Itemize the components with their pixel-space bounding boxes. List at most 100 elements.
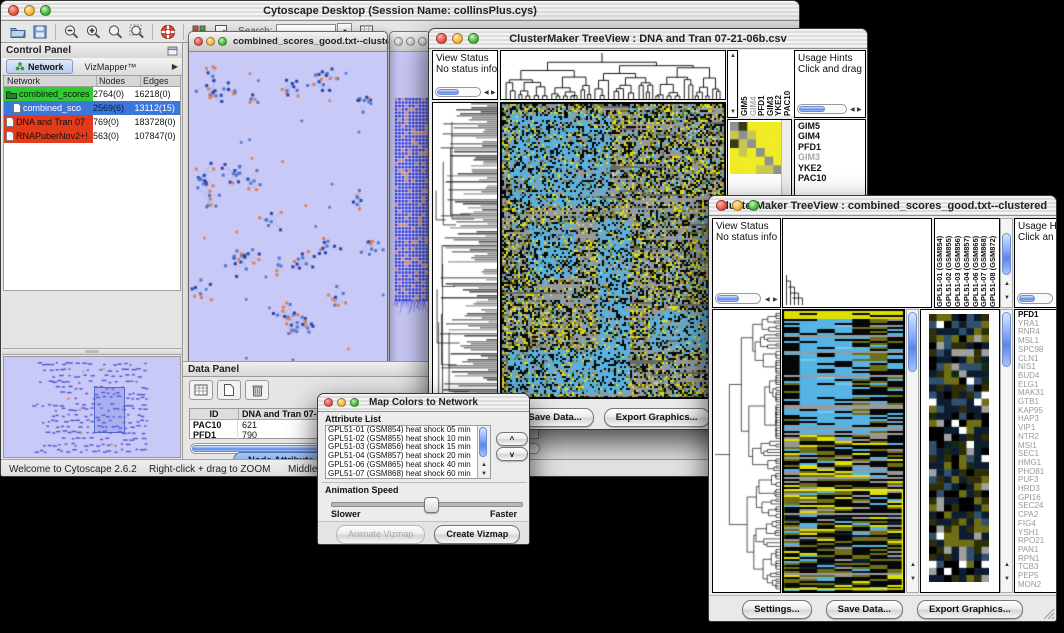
gene-label[interactable]: GIM3 (798, 152, 865, 162)
left-arrow-icon[interactable]: ◀ (484, 90, 489, 96)
open-file-button[interactable] (7, 23, 29, 41)
main-title-bar[interactable]: Cytoscape Desktop (Session Name: collins… (1, 1, 799, 21)
heatmap-canvas[interactable] (782, 309, 905, 593)
tv1-column-tree[interactable] (500, 50, 726, 100)
network-canvas-back[interactable] (390, 52, 430, 368)
animation-speed-slider[interactable] (331, 502, 523, 507)
save-button[interactable] (29, 23, 51, 41)
close-icon[interactable] (324, 398, 333, 407)
listbox-vscrollbar[interactable]: ▲ ▼ (477, 426, 490, 478)
heatmap-canvas[interactable] (500, 102, 726, 399)
down-arrow-icon[interactable]: ▼ (1004, 576, 1010, 582)
network-table-row[interactable]: combined_scores 2764(0) 16218(0) (4, 87, 180, 101)
tv2-column-tree[interactable] (782, 218, 932, 308)
mini-heatmap-canvas[interactable] (730, 122, 782, 174)
column-label[interactable]: GPL51-08 (GSM872) (989, 219, 998, 307)
right-arrow-icon[interactable]: ▶ (491, 90, 496, 96)
network-window-back[interactable] (389, 31, 431, 368)
network-table-row[interactable]: RNAPuberNov2+! 563(0) 107847(0) (4, 129, 180, 143)
treeview-button[interactable]: Settings... (742, 600, 811, 619)
network-table-row[interactable]: DNA and Tran 07 769(0) 183728(0) (4, 115, 180, 129)
zoom-window-icon[interactable] (350, 398, 359, 407)
up-arrow-icon[interactable]: ▲ (730, 53, 736, 59)
column-label[interactable]: PAC10 (784, 50, 793, 116)
zoom-selected-button[interactable] (126, 23, 148, 41)
network-table-row[interactable]: combined_sco 2569(6) 13112(15) (4, 101, 180, 115)
column-label[interactable]: GPL51-04 (GSM857) (963, 219, 972, 307)
tv2-genes-vscrollbar[interactable]: ▲ ▼ (1000, 309, 1013, 593)
close-icon[interactable] (716, 200, 727, 211)
minimize-icon[interactable] (206, 37, 215, 46)
column-label[interactable]: GPL51-02 (GSM855) (945, 219, 954, 307)
tv2-heatmap[interactable] (782, 309, 905, 593)
minimize-icon[interactable] (337, 398, 346, 407)
treeview-button[interactable]: Export Graphics... (604, 408, 710, 427)
gene-label[interactable]: PFD1 (798, 142, 865, 152)
gene-label[interactable]: MON2 (1018, 581, 1056, 590)
tv2-labels-vscrollbar[interactable]: ▲ ▼ (1000, 218, 1013, 308)
slider-thumb[interactable] (424, 497, 439, 513)
up-arrow-icon[interactable]: ▲ (910, 562, 916, 568)
help-button[interactable] (157, 23, 179, 41)
move-down-button[interactable]: v (496, 447, 528, 461)
gene-label[interactable]: GIM4 (798, 131, 865, 141)
animate-vizmap-button[interactable]: Animate Vizmap (336, 525, 425, 544)
treeview2-title-bar[interactable]: ClusterMaker TreeView : combined_scores_… (709, 196, 1056, 216)
up-arrow-icon[interactable]: ▲ (1004, 281, 1010, 287)
column-label[interactable]: GIM4 (750, 50, 759, 116)
zoom-fit-button[interactable] (104, 23, 126, 41)
tv1-heatmap[interactable] (500, 102, 726, 399)
done-button[interactable]: Done (529, 525, 530, 544)
tab-network[interactable]: Network (6, 59, 73, 74)
column-dendrogram-canvas[interactable] (501, 51, 725, 99)
tv1-status-scrollbar[interactable] (435, 87, 481, 97)
zoom-window-icon[interactable] (40, 5, 51, 16)
birdseye-canvas[interactable] (4, 357, 180, 457)
minimize-icon[interactable] (732, 200, 743, 211)
scrollbar-thumb[interactable] (799, 106, 825, 112)
resize-grip-icon[interactable] (1043, 608, 1055, 620)
treeview-button[interactable]: Export Graphics... (917, 600, 1023, 619)
scrollbar-thumb[interactable] (717, 295, 739, 302)
column-label[interactable]: GPL51-07 (GSM868) (980, 219, 989, 307)
up-arrow-icon[interactable]: ▲ (481, 462, 487, 468)
network-window-front[interactable]: combined_scores_good.txt--cluste... (188, 31, 388, 368)
panel-splitter[interactable] (2, 348, 182, 355)
birdseye-view[interactable] (3, 356, 181, 458)
create-vizmap-button[interactable]: Create Vizmap (434, 525, 520, 544)
close-icon[interactable] (436, 33, 447, 44)
dialog-title-bar[interactable]: Map Colors to Network (318, 394, 529, 412)
column-label[interactable]: GPL51-03 (GSM856) (954, 219, 963, 307)
tab-vizmapper[interactable]: VizMapper™ (85, 62, 137, 72)
attribute-list-item[interactable]: GPL51-07 (GSM868) heat shock 60 min (326, 470, 490, 479)
row-dendrogram-canvas[interactable] (713, 310, 780, 592)
zoom-window-icon[interactable] (748, 200, 759, 211)
minimize-icon[interactable] (24, 5, 35, 16)
scrollbar-thumb[interactable] (479, 427, 487, 457)
delete-attribute-button[interactable] (245, 380, 269, 400)
zoom-window-icon[interactable] (218, 37, 227, 46)
down-arrow-icon[interactable]: ▼ (1004, 295, 1010, 301)
zoom-window-icon[interactable] (418, 37, 427, 46)
down-arrow-icon[interactable]: ▼ (481, 471, 487, 477)
front-window-title-bar[interactable]: combined_scores_good.txt--cluste... (189, 32, 387, 52)
zoom-out-button[interactable] (60, 23, 82, 41)
left-arrow-icon[interactable]: ◀ (765, 297, 770, 303)
scrollbar-thumb[interactable] (908, 312, 917, 372)
gene-label[interactable]: PAC10 (798, 173, 865, 183)
zoom-heatmap-canvas[interactable] (929, 314, 989, 582)
minimize-icon[interactable] (406, 37, 415, 46)
column-label[interactable]: GIM5 (741, 50, 750, 116)
tab-overflow-button[interactable]: ▶ (172, 62, 178, 71)
up-arrow-icon[interactable]: ▲ (1004, 562, 1010, 568)
column-label[interactable]: YKE2 (775, 50, 784, 116)
treeview1-title-bar[interactable]: ClusterMaker TreeView : DNA and Tran 07-… (429, 29, 867, 49)
scrollbar-thumb[interactable] (1002, 233, 1011, 275)
attribute-listbox[interactable]: GPL51-01 (GSM854) heat shock 05 minGPL51… (325, 425, 491, 479)
tv1-hints-scrollbar[interactable] (797, 104, 847, 114)
close-icon[interactable] (8, 5, 19, 16)
row-dendrogram-canvas[interactable] (433, 103, 497, 398)
tv1-label-scrollbar[interactable]: ▲ ▼ (727, 50, 738, 118)
minimize-icon[interactable] (452, 33, 463, 44)
scrollbar-thumb[interactable] (1019, 295, 1035, 302)
